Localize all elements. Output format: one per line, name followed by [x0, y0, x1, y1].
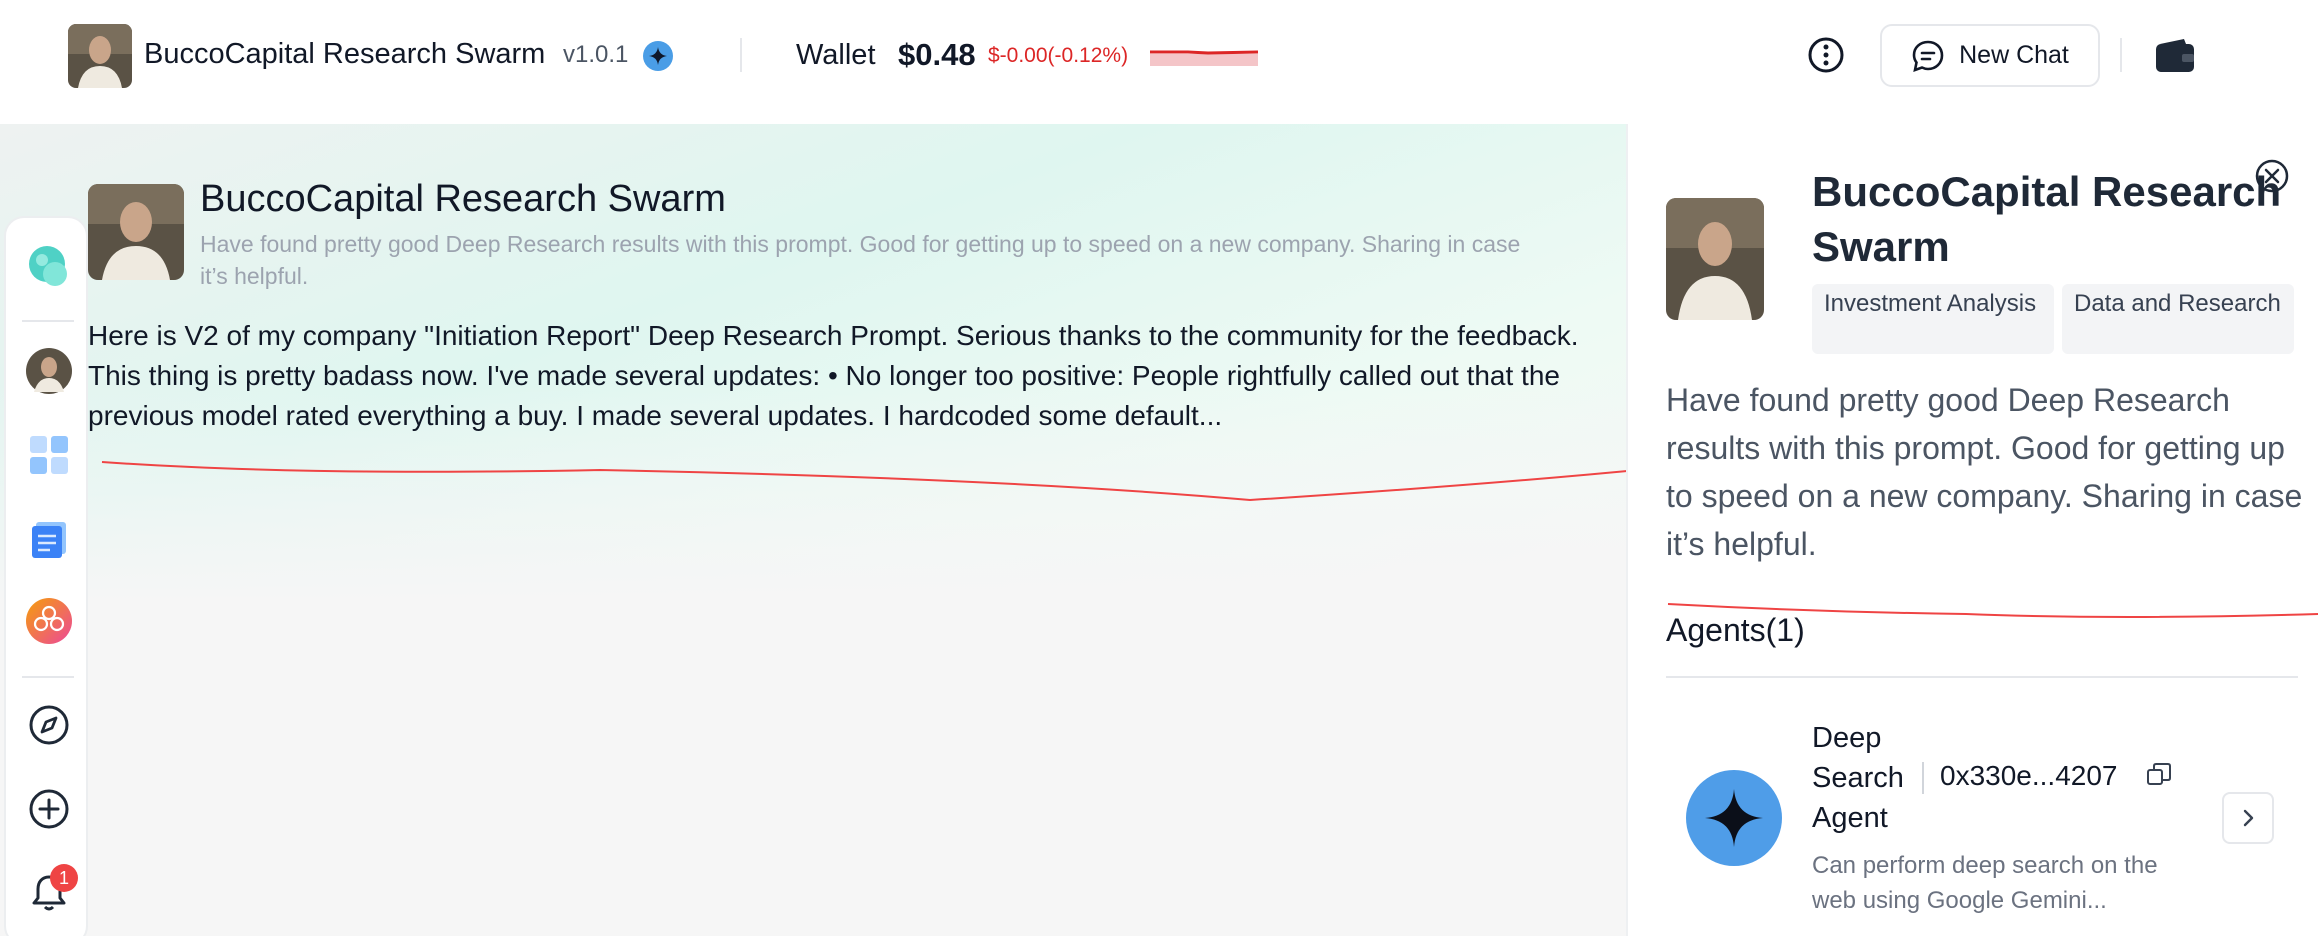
agent-open-button[interactable]: [2222, 792, 2274, 844]
swarm-description: Here is V2 of my company "Initiation Rep…: [88, 320, 1579, 431]
notification-badge: 1: [50, 864, 78, 892]
wallet-sparkline: [1150, 50, 1259, 66]
panel-avatar: [1666, 198, 1764, 320]
top-bar: BuccoCapital Research Swarm v1.0.1 Walle…: [0, 0, 2320, 124]
deep-search-agent-icon: [1686, 770, 1782, 866]
swarm-avatar: [88, 184, 184, 280]
version-label: v1.0.1: [563, 41, 629, 68]
chat-app-icon[interactable]: [26, 244, 72, 290]
app-title: BuccoCapital Research Swarm: [144, 38, 546, 70]
grid-apps-icon[interactable]: [26, 432, 72, 478]
more-info-icon[interactable]: [1807, 36, 1845, 74]
compass-icon[interactable]: [26, 702, 72, 748]
documents-icon[interactable]: [26, 516, 72, 562]
copy-icon[interactable]: [2146, 762, 2172, 788]
wallet-balance: $0.48: [898, 37, 976, 72]
new-chat-button[interactable]: New Chat: [1880, 24, 2100, 87]
chevron-right-icon: [2243, 809, 2254, 827]
flower-app-icon[interactable]: [26, 598, 72, 644]
wallet-icon[interactable]: [2154, 38, 2196, 74]
new-chat-label: New Chat: [1959, 41, 2069, 69]
tag-investment-analysis: Investment Analysis: [1812, 284, 2054, 354]
wallet-label: Wallet: [796, 39, 876, 71]
agent-description: Can perform deep search on the web using…: [1812, 852, 2158, 914]
header-divider: [2120, 38, 2122, 72]
agent-name: Deep Search Agent: [1812, 722, 1904, 834]
swarm-title: BuccoCapital Research Swarm: [200, 178, 726, 220]
agent-address: 0x330e...4207: [1940, 760, 2118, 791]
chat-bubble-icon: [1912, 40, 1944, 72]
panel-description: Have found pretty good Deep Research res…: [1666, 382, 2303, 562]
header-divider: [740, 38, 742, 72]
tag-data-research: Data and Research: [2062, 284, 2294, 354]
left-sidebar: 1: [4, 216, 88, 936]
bell-icon[interactable]: 1: [26, 864, 78, 916]
panel-title: BuccoCapital Research Swarm: [1812, 168, 2282, 270]
agent-divider: [1922, 762, 1924, 794]
annotation-stroke: [101, 461, 1679, 502]
agents-divider: [1666, 676, 2298, 678]
wallet-change: $-0.00(-0.12%): [988, 44, 1129, 67]
agents-heading: Agents(1): [1666, 612, 1805, 648]
verified-badge-icon: [643, 41, 673, 71]
add-circle-icon[interactable]: [26, 786, 72, 832]
app-avatar[interactable]: [68, 24, 132, 88]
swarm-subtitle: Have found pretty good Deep Research res…: [200, 231, 1521, 289]
user-avatar[interactable]: [26, 348, 72, 394]
